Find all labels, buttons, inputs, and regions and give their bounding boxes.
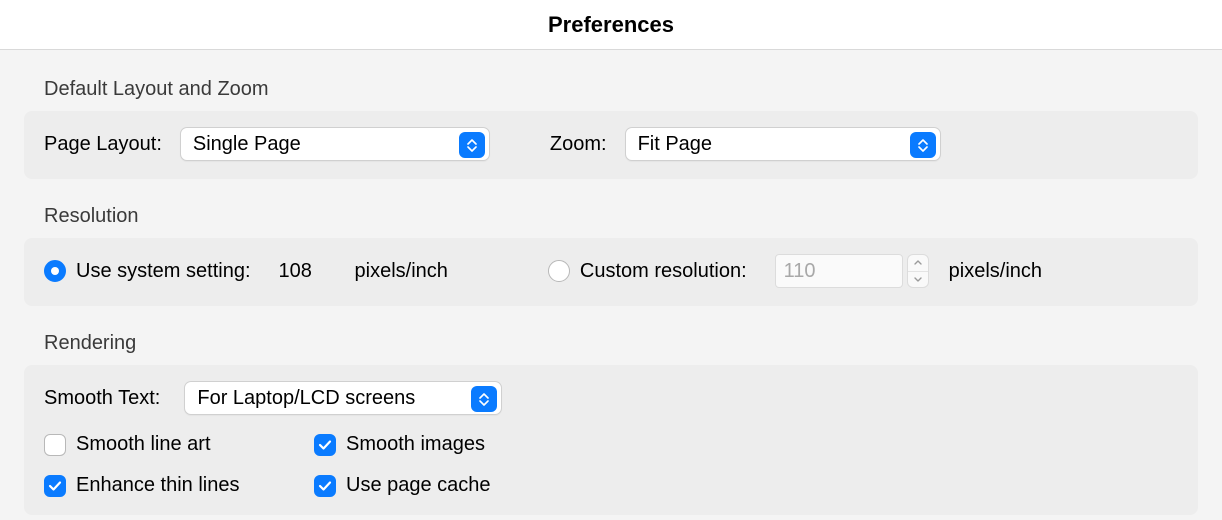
zoom-label: Zoom:	[550, 133, 607, 156]
smooth-text-select[interactable]: For Laptop/LCD screens	[184, 381, 502, 415]
panel-resolution: Use system setting: 108 pixels/inch Cust…	[24, 238, 1198, 306]
chevron-up-down-icon	[910, 132, 936, 158]
page-layout-value: Single Page	[193, 133, 301, 156]
zoom-select[interactable]: Fit Page	[625, 127, 941, 161]
stepper-down-icon	[908, 272, 928, 288]
custom-resolution-stepper[interactable]	[907, 254, 929, 288]
section-heading-layout: Default Layout and Zoom	[44, 78, 1198, 101]
use-page-cache-label: Use page cache	[346, 474, 491, 497]
custom-resolution-input[interactable]	[775, 254, 903, 288]
checkbox-smooth-images[interactable]	[314, 434, 336, 456]
checkbox-enhance-thin-lines[interactable]	[44, 475, 66, 497]
window-title: Preferences	[548, 12, 674, 38]
smooth-text-label: Smooth Text:	[44, 387, 160, 410]
enhance-thin-lines-label: Enhance thin lines	[76, 474, 239, 497]
stepper-up-icon	[908, 255, 928, 272]
system-resolution-value: 108	[279, 260, 335, 283]
smooth-text-value: For Laptop/LCD screens	[197, 387, 415, 410]
zoom-value: Fit Page	[638, 133, 712, 156]
chevron-up-down-icon	[459, 132, 485, 158]
panel-layout: Page Layout: Single Page Zoom: Fit Page	[24, 111, 1198, 179]
smooth-images-label: Smooth images	[346, 433, 485, 456]
smooth-line-art-label: Smooth line art	[76, 433, 211, 456]
custom-resolution-label: Custom resolution:	[580, 260, 747, 283]
section-heading-rendering: Rendering	[44, 332, 1198, 355]
custom-resolution-unit: pixels/inch	[949, 260, 1042, 283]
chevron-up-down-icon	[471, 386, 497, 412]
panel-rendering: Smooth Text: For Laptop/LCD screens Smoo…	[24, 365, 1198, 515]
use-system-label: Use system setting:	[76, 260, 251, 283]
page-layout-label: Page Layout:	[44, 133, 162, 156]
window-titlebar: Preferences	[0, 0, 1222, 50]
page-layout-select[interactable]: Single Page	[180, 127, 490, 161]
section-heading-resolution: Resolution	[44, 205, 1198, 228]
checkbox-use-page-cache[interactable]	[314, 475, 336, 497]
checkbox-smooth-line-art[interactable]	[44, 434, 66, 456]
content-area: Default Layout and Zoom Page Layout: Sin…	[0, 50, 1222, 520]
radio-custom-resolution[interactable]	[548, 260, 570, 282]
radio-use-system[interactable]	[44, 260, 66, 282]
system-resolution-unit: pixels/inch	[355, 260, 448, 283]
